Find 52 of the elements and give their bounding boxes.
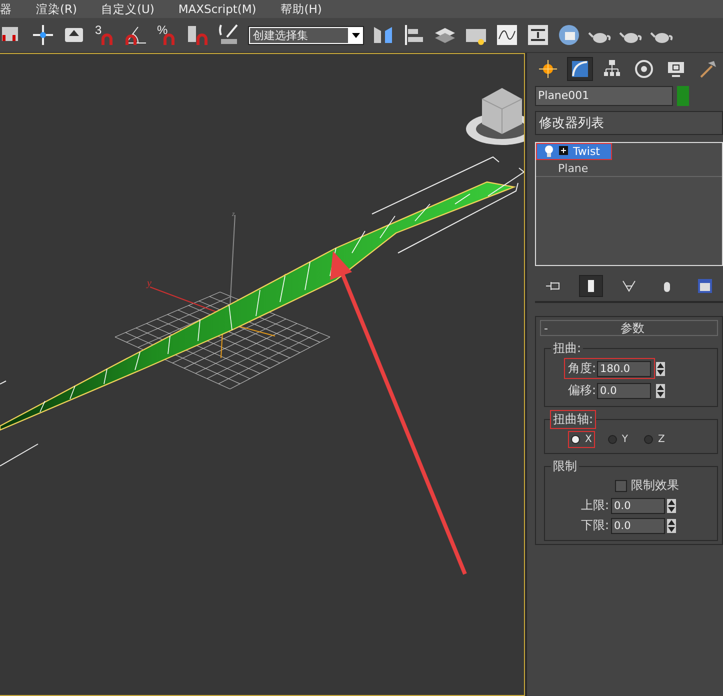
number-field[interactable]: 0.0 <box>611 518 666 534</box>
align-icon[interactable] <box>402 23 426 47</box>
modifier-list-dropdown[interactable]: 修改器列表 <box>535 111 723 135</box>
menu-item[interactable]: MAXScript(M) <box>178 2 256 16</box>
spinner-snap-icon[interactable] <box>186 23 210 47</box>
curve-editor-icon[interactable] <box>495 23 519 47</box>
stack-item[interactable]: Plane <box>536 160 722 177</box>
number-field[interactable]: 180.0 <box>597 360 652 376</box>
rollout-title: 参数 <box>619 320 646 336</box>
group-title: 扭曲轴: <box>551 411 596 428</box>
caret-icon <box>352 32 360 38</box>
object-name-field[interactable]: Plane001 <box>535 86 673 106</box>
field-label: 上限: <box>581 497 610 514</box>
collapse-toggle[interactable]: - <box>544 322 548 334</box>
view-cube-icon[interactable] <box>466 88 524 145</box>
gizmo-line <box>0 380 6 384</box>
light-bulb-icon[interactable] <box>544 145 554 157</box>
group-title: 扭曲: <box>552 340 582 357</box>
modify-icon[interactable] <box>567 57 593 81</box>
field-label: 下限: <box>581 517 610 534</box>
menu-item[interactable]: 自定义(U) <box>100 2 154 16</box>
checkbox[interactable] <box>615 480 627 492</box>
expand-icon[interactable] <box>559 144 568 158</box>
twisted-plane-drawing[interactable] <box>0 181 516 431</box>
radio-option[interactable]: Y <box>608 434 628 445</box>
spinner-arrows-icon[interactable] <box>656 362 666 376</box>
number-field[interactable]: 0.0 <box>597 382 652 398</box>
spinner-arrows-icon[interactable] <box>656 384 666 398</box>
object-color-swatch[interactable] <box>677 86 689 106</box>
menu-item[interactable]: 帮助(H) <box>280 2 322 16</box>
end-result-icon[interactable] <box>579 275 603 297</box>
radio-option[interactable]: X <box>571 434 592 445</box>
selection-set-dropdown[interactable]: 创建选择集 <box>248 26 364 44</box>
schematic-icon[interactable] <box>526 23 550 47</box>
menu-item[interactable]: 器 <box>0 2 12 16</box>
menu-item[interactable]: 渲染(R) <box>36 2 77 16</box>
stack-item[interactable]: Twist <box>536 143 612 160</box>
number-field[interactable]: 0.0 <box>611 498 666 514</box>
field-label: 角度: <box>568 360 596 377</box>
rollout-header[interactable]: - 参数 <box>540 320 718 336</box>
group-title: 限制 <box>552 458 578 475</box>
gizmo-line <box>0 444 38 466</box>
material-sphere-icon[interactable] <box>557 23 581 47</box>
spinner-arrows-icon[interactable] <box>667 518 676 532</box>
stack-item-label: Plane <box>558 162 588 174</box>
checkbox-label: 限制效果 <box>631 477 679 494</box>
radio-option[interactable]: Z <box>644 434 665 445</box>
spinner-arrows-icon[interactable] <box>667 498 676 512</box>
move-icon[interactable] <box>31 23 55 47</box>
field-label: 偏移: <box>568 382 596 399</box>
stack-item-label: Twist <box>573 144 600 158</box>
axis-label: y <box>147 278 152 289</box>
